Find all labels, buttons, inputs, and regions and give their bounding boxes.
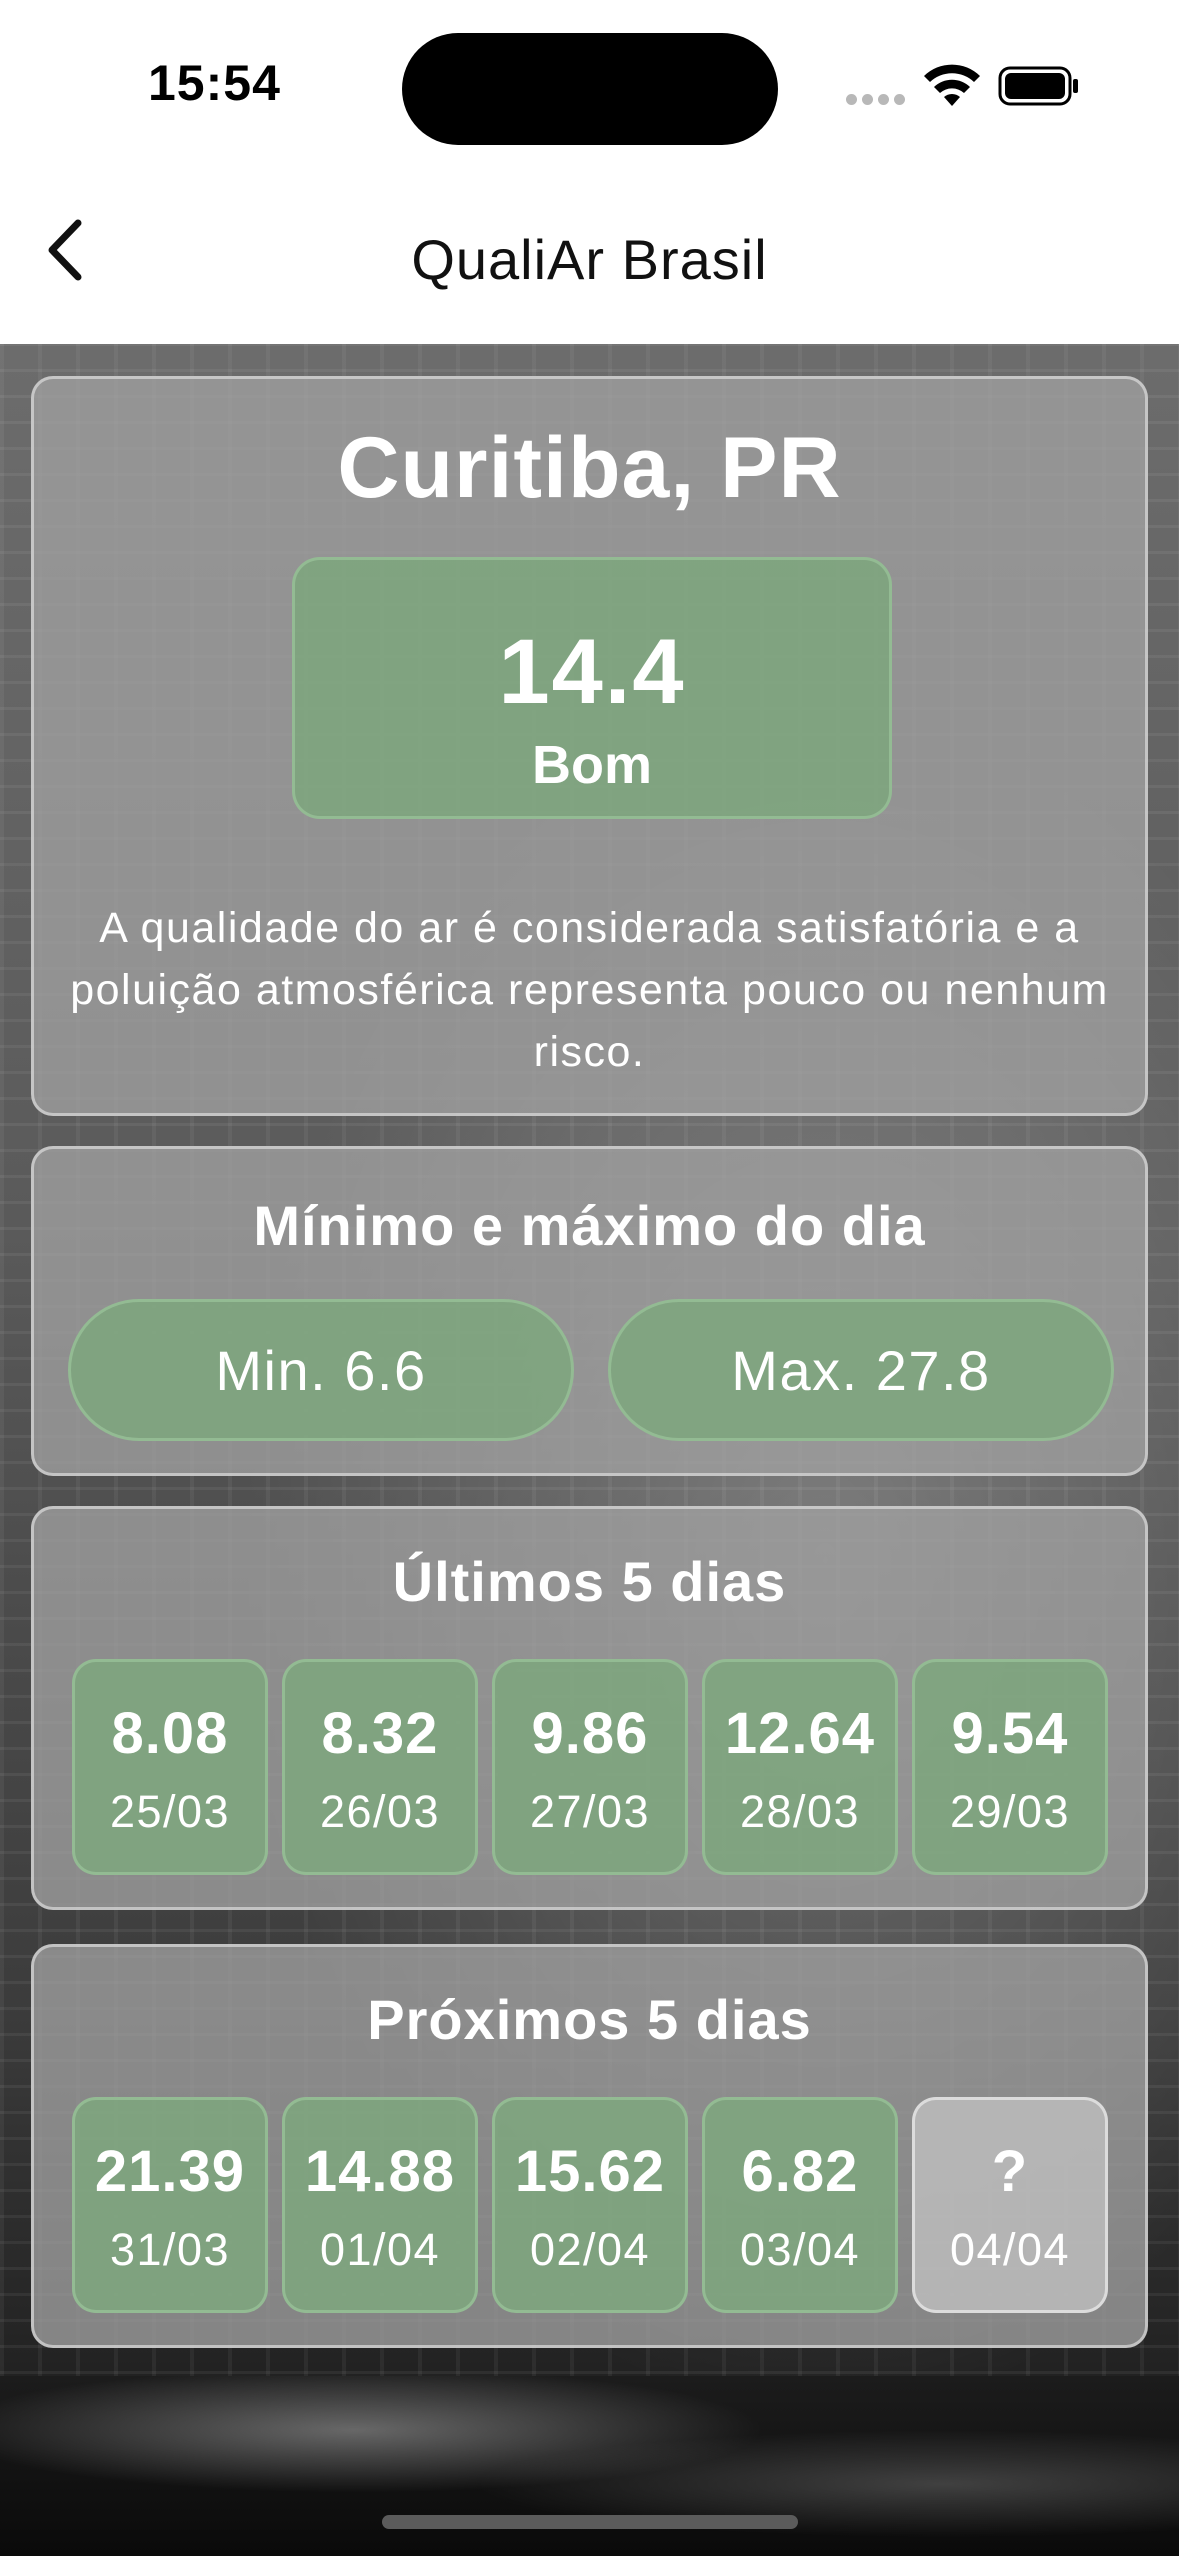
past-days-card: Últimos 5 dias 8.08 25/03 8.32 26/03 9.8… xyxy=(31,1506,1148,1910)
min-pill: Min. 6.6 xyxy=(68,1299,574,1441)
day-date: 31/03 xyxy=(109,2224,231,2275)
forecast-days-card: Próximos 5 dias 21.39 31/03 14.88 01/04 … xyxy=(31,1944,1148,2348)
page-title: QualiAr Brasil xyxy=(411,228,768,291)
aqi-value: 14.4 xyxy=(498,621,686,723)
day-tile: 8.32 26/03 xyxy=(282,1659,478,1875)
min-max-title: Mínimo e máximo do dia xyxy=(253,1194,926,1257)
current-air-quality-card: Curitiba, PR 14.4 Bom A qualidade do ar … xyxy=(31,376,1148,1116)
forecast-days-title: Próximos 5 dias xyxy=(367,1988,812,2051)
navigation-bar: QualiAr Brasil xyxy=(0,170,1179,344)
aqi-description: A qualidade do ar é considerada satisfat… xyxy=(70,904,1109,1076)
past-days-title: Últimos 5 dias xyxy=(392,1550,787,1613)
day-tile: 15.62 02/04 xyxy=(492,2097,688,2313)
day-date: 02/04 xyxy=(529,2224,651,2275)
city-skyline xyxy=(0,2376,1179,2556)
day-date: 04/04 xyxy=(949,2224,1071,2275)
min-max-card: Mínimo e máximo do dia Min. 6.6 Max. 27.… xyxy=(31,1146,1148,1476)
day-date: 03/04 xyxy=(739,2224,861,2275)
dynamic-island xyxy=(402,33,778,145)
day-value: 8.08 xyxy=(111,1701,229,1766)
status-time: 15:54 xyxy=(148,55,281,111)
aqi-badge: 14.4 Bom xyxy=(292,557,892,819)
day-tile: 21.39 31/03 xyxy=(72,2097,268,2313)
day-value: 6.82 xyxy=(741,2139,859,2204)
day-tile: 12.64 28/03 xyxy=(702,1659,898,1875)
day-date: 28/03 xyxy=(739,1786,861,1837)
day-value: 9.86 xyxy=(531,1701,649,1766)
day-date: 25/03 xyxy=(109,1786,231,1837)
day-value: 21.39 xyxy=(94,2139,246,2204)
max-pill: Max. 27.8 xyxy=(608,1299,1114,1441)
day-value: 14.88 xyxy=(304,2139,456,2204)
status-bar: 15:54 xyxy=(0,0,1179,170)
day-date: 01/04 xyxy=(319,2224,441,2275)
cellular-signal-icon xyxy=(846,94,906,106)
battery-icon xyxy=(998,66,1078,106)
day-tile: 6.82 03/04 xyxy=(702,2097,898,2313)
day-tile: 14.88 01/04 xyxy=(282,2097,478,2313)
aqi-label: Bom xyxy=(532,735,652,795)
day-date: 26/03 xyxy=(319,1786,441,1837)
max-value: Max. 27.8 xyxy=(731,1339,991,1402)
day-tile-unknown: ? 04/04 xyxy=(912,2097,1108,2313)
day-tile: 9.86 27/03 xyxy=(492,1659,688,1875)
day-value: ? xyxy=(991,2139,1029,2204)
day-value: 8.32 xyxy=(321,1701,439,1766)
day-value: 15.62 xyxy=(514,2139,666,2204)
day-date: 29/03 xyxy=(949,1786,1071,1837)
wifi-icon xyxy=(924,64,980,106)
min-value: Min. 6.6 xyxy=(215,1339,427,1402)
day-value: 9.54 xyxy=(951,1701,1069,1766)
day-value: 12.64 xyxy=(724,1701,876,1766)
city-name: Curitiba, PR xyxy=(337,420,842,516)
day-tile: 9.54 29/03 xyxy=(912,1659,1108,1875)
day-date: 27/03 xyxy=(529,1786,651,1837)
home-indicator[interactable] xyxy=(382,2515,798,2529)
day-tile: 8.08 25/03 xyxy=(72,1659,268,1875)
